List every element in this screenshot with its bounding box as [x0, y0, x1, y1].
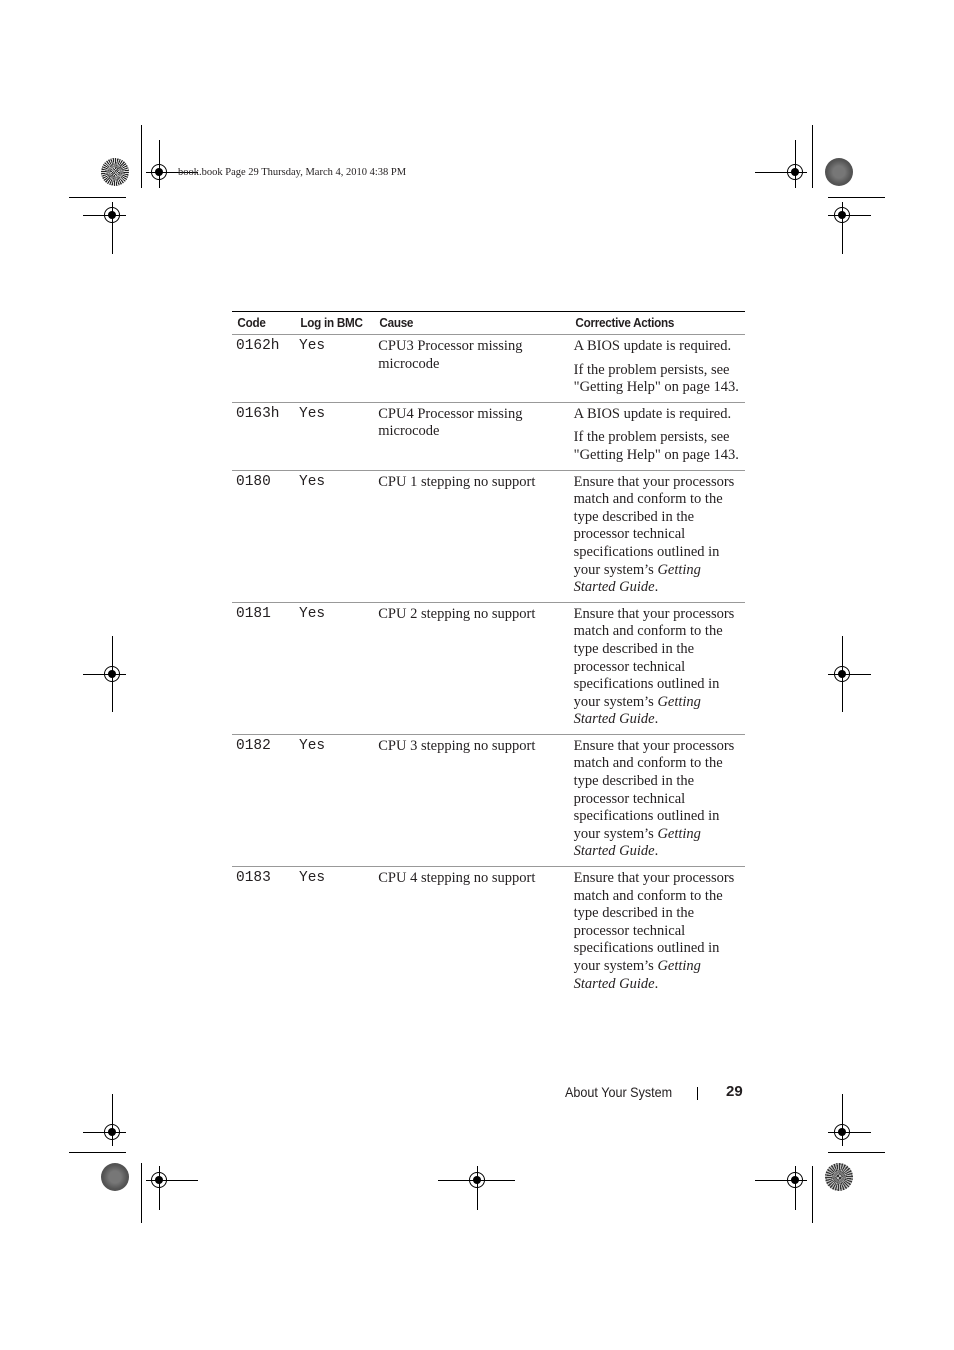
- action-text: If the problem persists, see "Getting He…: [573, 361, 739, 396]
- starburst-target-icon: [101, 158, 129, 186]
- crosshair-registration-icon: [787, 164, 803, 180]
- code-cell: 0162h: [232, 334, 296, 403]
- log-in-bmc-cell: Yes: [295, 734, 375, 868]
- table-row: 0183 Yes CPU 4 stepping no support Ensur…: [232, 867, 745, 999]
- page-number: 29: [726, 1083, 743, 1100]
- starburst-target-icon: [825, 1163, 853, 1191]
- crosshair-registration-icon: [834, 1124, 850, 1140]
- action-text: Ensure that your processors match and co…: [573, 870, 735, 974]
- crosshair-registration-icon: [469, 1172, 485, 1188]
- column-header-code: Code: [232, 311, 289, 335]
- cause-cell: CPU 4 stepping no support: [378, 870, 536, 887]
- crosshair-registration-icon: [787, 1172, 803, 1188]
- footer-section-title: About Your System: [565, 1084, 673, 1100]
- action-text: If the problem persists, see "Getting He…: [573, 429, 739, 463]
- cause-cell: CPU4 Processor missing microcode: [374, 402, 570, 471]
- crosshair-registration-icon: [104, 666, 120, 682]
- action-text: A BIOS update is required.: [573, 338, 732, 354]
- starburst-target-icon: [825, 158, 853, 186]
- code-cell: 0181: [232, 602, 296, 735]
- table-header-row: Code Log in BMC Cause Corrective Actions: [232, 311, 745, 335]
- action-text: Ensure that your processors match and co…: [573, 605, 735, 710]
- crosshair-registration-icon: [104, 207, 120, 223]
- table-row: 0163h Yes CPU4 Processor missing microco…: [232, 402, 745, 471]
- code-cell: 0183: [236, 870, 271, 887]
- log-in-bmc-cell: Yes: [295, 402, 375, 471]
- crop-mark: [141, 125, 142, 188]
- crosshair-registration-icon: [104, 1124, 120, 1140]
- corrective-actions-cell: Ensure that your processors match and co…: [569, 734, 745, 868]
- crosshair-registration-icon: [834, 207, 850, 223]
- column-header-log-in-bmc: Log in BMC: [295, 311, 367, 335]
- log-in-bmc-cell: Yes: [295, 470, 375, 603]
- corrective-actions-cell: Ensure that your processors match and co…: [569, 470, 745, 603]
- crop-mark: [812, 1166, 813, 1223]
- cause-cell: CPU3 Processor missing microcode: [374, 334, 570, 403]
- table-row: 0180 Yes CPU 1 stepping no support Ensur…: [232, 470, 745, 603]
- crop-mark: [141, 1163, 142, 1223]
- table-row: 0182 Yes CPU 3 stepping no support Ensur…: [232, 734, 745, 868]
- page-slug: book.book Page 29 Thursday, March 4, 201…: [178, 167, 407, 178]
- crosshair-registration-icon: [151, 164, 167, 180]
- action-text: Ensure that your processors match and co…: [573, 737, 735, 842]
- corrective-actions-cell: A BIOS update is required. If the proble…: [569, 402, 745, 471]
- footer-divider: [697, 1087, 698, 1100]
- action-end: .: [654, 579, 659, 596]
- corrective-actions-cell: Ensure that your processors match and co…: [570, 867, 745, 999]
- action-end: .: [654, 711, 659, 728]
- crop-mark: [69, 197, 126, 198]
- starburst-target-icon: [101, 1163, 129, 1191]
- crop-mark: [69, 1152, 126, 1153]
- crop-mark: [812, 125, 813, 188]
- cause-cell: CPU 3 stepping no support: [374, 734, 570, 868]
- code-cell: 0182: [232, 734, 296, 868]
- crop-mark: [828, 1152, 885, 1153]
- log-in-bmc-cell: Yes: [295, 334, 375, 403]
- crosshair-registration-icon: [834, 666, 850, 682]
- log-in-bmc-cell: Yes: [295, 602, 375, 735]
- corrective-actions-cell: A BIOS update is required. If the proble…: [569, 334, 745, 403]
- code-cell: 0163h: [232, 402, 296, 471]
- action-text: A BIOS update is required.: [573, 405, 732, 422]
- column-header-cause: Cause: [374, 311, 551, 335]
- action-end: .: [654, 975, 659, 992]
- crosshair-registration-icon: [151, 1172, 167, 1188]
- code-cell: 0180: [232, 470, 296, 603]
- crop-mark: [828, 197, 885, 198]
- error-code-table: Code Log in BMC Cause Corrective Actions…: [232, 311, 745, 998]
- table-row: 0181 Yes CPU 2 stepping no support Ensur…: [232, 602, 745, 735]
- action-end: .: [654, 843, 659, 860]
- action-text: Ensure that your processors match and co…: [573, 473, 735, 578]
- log-in-bmc-cell: Yes: [299, 870, 326, 887]
- column-header-corrective-actions: Corrective Actions: [569, 311, 728, 335]
- table-row: 0162h Yes CPU3 Processor missing microco…: [232, 334, 745, 403]
- corrective-actions-cell: Ensure that your processors match and co…: [569, 602, 745, 735]
- cause-cell: CPU 2 stepping no support: [374, 602, 570, 735]
- cause-cell: CPU 1 stepping no support: [374, 470, 570, 603]
